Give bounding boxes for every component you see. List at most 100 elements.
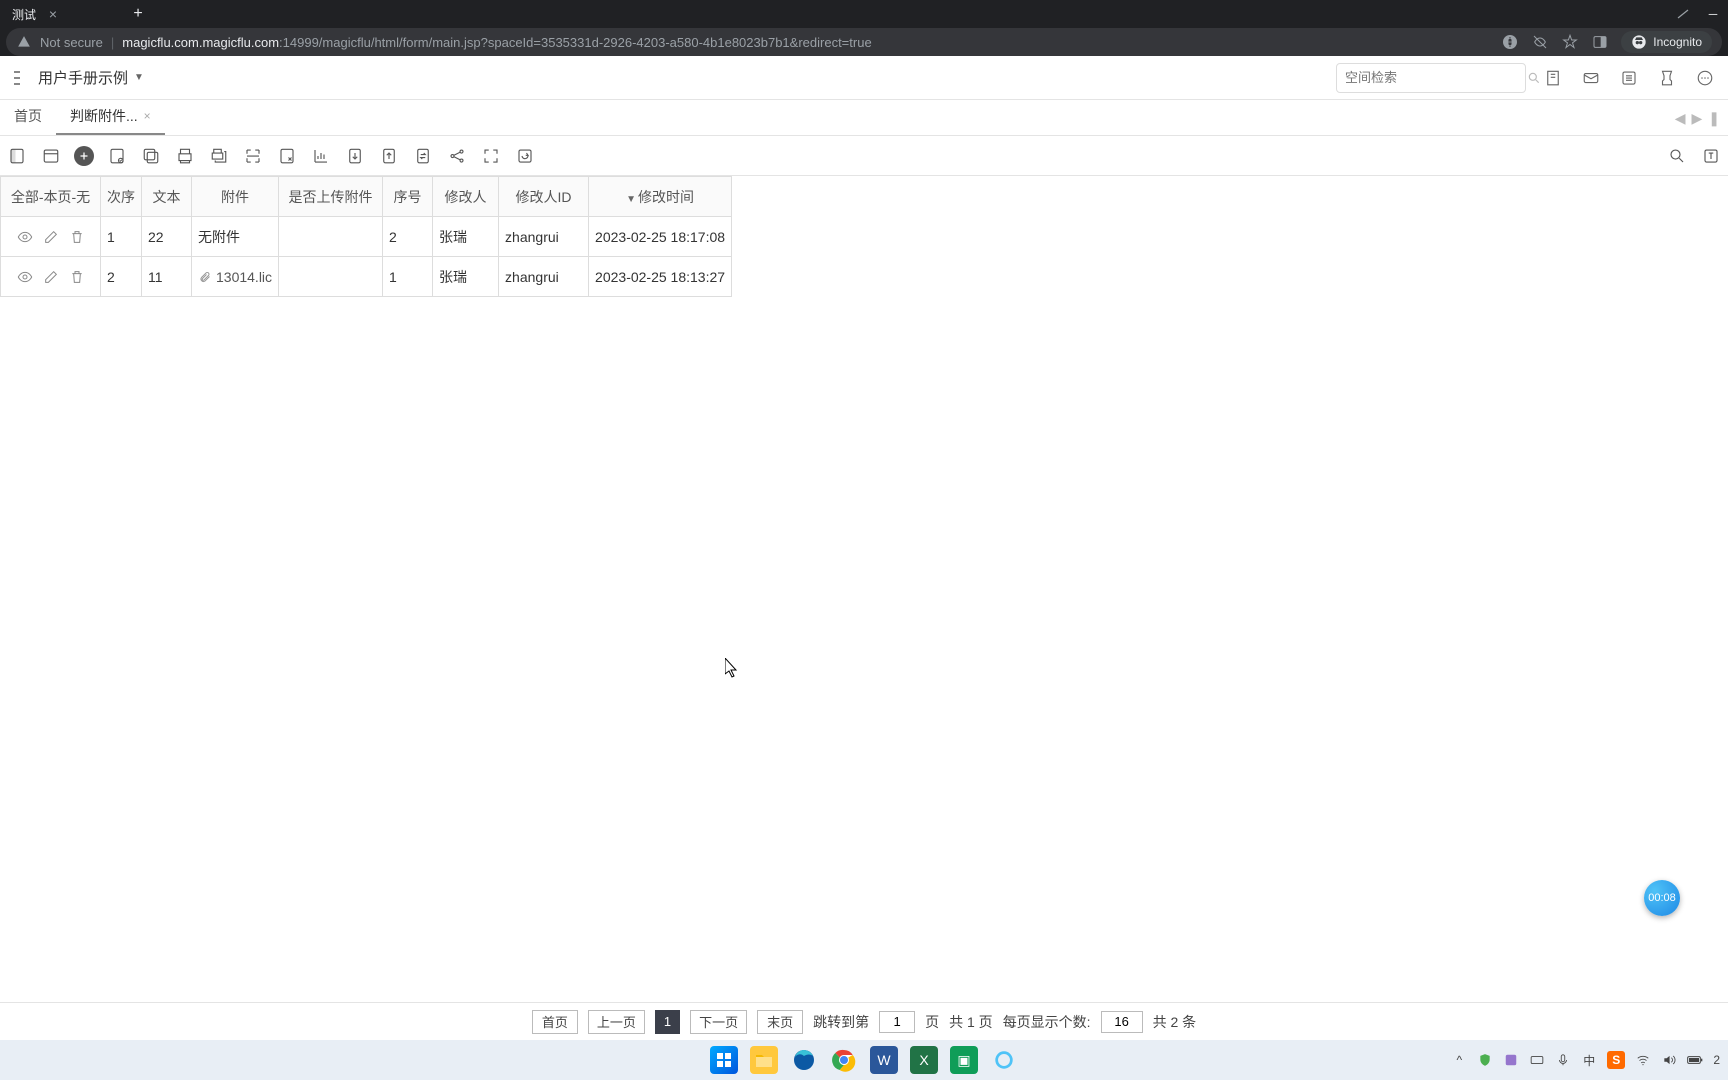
- print-icon[interactable]: [174, 145, 196, 167]
- col-uploaded[interactable]: 是否上传附件: [279, 177, 383, 217]
- tray-keyboard-icon[interactable]: [1529, 1052, 1545, 1068]
- col-mod-time[interactable]: ▼修改时间: [589, 177, 732, 217]
- maximize-button[interactable]: ─: [1698, 0, 1728, 28]
- edit-icon[interactable]: [42, 228, 60, 246]
- excel-icon[interactable]: X: [910, 1046, 938, 1074]
- col-modifier-id[interactable]: 修改人ID: [499, 177, 589, 217]
- cell-attachment[interactable]: 13014.lic: [192, 257, 279, 297]
- close-icon[interactable]: ×: [144, 109, 151, 123]
- minimize-button[interactable]: [1668, 0, 1698, 28]
- col-attachment[interactable]: 附件: [192, 177, 279, 217]
- incognito-label: Incognito: [1653, 35, 1702, 49]
- tray-app-icon[interactable]: [1503, 1052, 1519, 1068]
- note-icon[interactable]: [1542, 67, 1564, 89]
- tab-strip: 测试 × + ─: [0, 0, 1728, 28]
- col-modifier[interactable]: 修改人: [433, 177, 499, 217]
- page-next-button[interactable]: 下一页: [690, 1010, 747, 1034]
- share-icon[interactable]: [446, 145, 468, 167]
- theme-icon[interactable]: [1656, 67, 1678, 89]
- tray-defender-icon[interactable]: [1477, 1052, 1493, 1068]
- space-name-label: 用户手册示例: [38, 67, 128, 88]
- delete-icon[interactable]: [68, 268, 86, 286]
- tab-home-label: 首页: [14, 106, 42, 126]
- data-area: 全部-本页-无 次序 文本 附件 是否上传附件 序号 修改人 修改人ID ▼修改…: [0, 176, 1728, 1002]
- chart-icon[interactable]: [310, 145, 332, 167]
- tool-col-1-icon[interactable]: [6, 145, 28, 167]
- panel-icon[interactable]: [1591, 33, 1609, 51]
- new-tab-button[interactable]: +: [126, 2, 150, 26]
- search-tool-icon[interactable]: [1666, 145, 1688, 167]
- more-icon[interactable]: [1694, 67, 1716, 89]
- word-icon[interactable]: W: [870, 1046, 898, 1074]
- space-search-input[interactable]: [1345, 70, 1521, 85]
- tool-save-icon[interactable]: [106, 145, 128, 167]
- explorer-icon[interactable]: [750, 1046, 778, 1074]
- edit-icon[interactable]: [42, 268, 60, 286]
- cell-seq: 2: [383, 217, 433, 257]
- fullscreen-icon[interactable]: [480, 145, 502, 167]
- app-green-icon[interactable]: ▣: [950, 1046, 978, 1074]
- star-icon[interactable]: [1561, 33, 1579, 51]
- tab-nav-end-icon[interactable]: ❚: [1708, 110, 1720, 127]
- incognito-badge[interactable]: Incognito: [1621, 31, 1712, 53]
- translate-icon[interactable]: [1501, 33, 1519, 51]
- pagination-bar: 首页 上一页 1 下一页 末页 跳转到第 页 共 1 页 每页显示个数: 共 2…: [0, 1002, 1728, 1040]
- col-seq[interactable]: 序号: [383, 177, 433, 217]
- page-current-button[interactable]: 1: [655, 1010, 680, 1034]
- table-row[interactable]: 122无附件2张瑞zhangrui2023-02-25 18:17:08: [1, 217, 732, 257]
- edge-icon[interactable]: [790, 1046, 818, 1074]
- tab-active[interactable]: 判断附件... ×: [56, 99, 165, 135]
- add-button[interactable]: [74, 146, 94, 166]
- address-bar[interactable]: Not secure | magicflu.com.magicflu.com:1…: [6, 28, 1722, 56]
- field-tool-icon[interactable]: [1700, 145, 1722, 167]
- tray-clock[interactable]: 2: [1713, 1052, 1720, 1068]
- tray-mic-icon[interactable]: [1555, 1052, 1571, 1068]
- view-icon[interactable]: [16, 228, 34, 246]
- page-prev-button[interactable]: 上一页: [588, 1010, 645, 1034]
- toolbar: [0, 136, 1728, 176]
- col-order[interactable]: 次序: [101, 177, 142, 217]
- timer-bubble[interactable]: 00:08: [1644, 880, 1680, 916]
- space-search[interactable]: [1336, 63, 1526, 93]
- tray-sogou-icon[interactable]: S: [1607, 1051, 1625, 1069]
- tab-home[interactable]: 首页: [0, 99, 56, 135]
- delete-icon[interactable]: [68, 228, 86, 246]
- refresh-icon[interactable]: [514, 145, 536, 167]
- scan-icon[interactable]: [242, 145, 264, 167]
- browser-tab[interactable]: 测试 ×: [0, 0, 120, 28]
- tray-chevron-icon[interactable]: ^: [1451, 1052, 1467, 1068]
- list-icon[interactable]: [1618, 67, 1640, 89]
- jump-input[interactable]: [879, 1011, 915, 1033]
- tray-wifi-icon[interactable]: [1635, 1052, 1651, 1068]
- tray-battery-icon[interactable]: [1687, 1052, 1703, 1068]
- mail-icon[interactable]: [1580, 67, 1602, 89]
- page-first-button[interactable]: 首页: [532, 1010, 578, 1034]
- import-icon[interactable]: [378, 145, 400, 167]
- export-icon[interactable]: [344, 145, 366, 167]
- col-text[interactable]: 文本: [142, 177, 192, 217]
- space-name-dropdown[interactable]: 用户手册示例 ▼: [38, 67, 144, 88]
- table-row[interactable]: 21113014.lic1张瑞zhangrui2023-02-25 18:13:…: [1, 257, 732, 297]
- tab-nav-right-icon[interactable]: ▶: [1691, 110, 1702, 127]
- app-cloud-icon[interactable]: [990, 1046, 1018, 1074]
- swap-icon[interactable]: [412, 145, 434, 167]
- eye-off-icon[interactable]: [1531, 33, 1549, 51]
- edit-form-icon[interactable]: [276, 145, 298, 167]
- start-icon[interactable]: [710, 1046, 738, 1074]
- col-actions[interactable]: 全部-本页-无: [1, 177, 101, 217]
- menu-handle-icon[interactable]: [12, 64, 22, 92]
- print-multi-icon[interactable]: [208, 145, 230, 167]
- per-page-input[interactable]: [1101, 1011, 1143, 1033]
- search-icon[interactable]: [1527, 71, 1541, 85]
- page-last-button[interactable]: 末页: [757, 1010, 803, 1034]
- tab-nav-left-icon[interactable]: ◀: [1675, 110, 1686, 127]
- browser-tab-title: 测试: [12, 6, 36, 23]
- close-icon[interactable]: ×: [46, 7, 60, 21]
- chrome-icon[interactable]: [830, 1046, 858, 1074]
- view-icon[interactable]: [16, 268, 34, 286]
- tray-ime-zh-icon[interactable]: 中: [1581, 1052, 1597, 1068]
- sort-desc-icon: ▼: [626, 194, 636, 205]
- tray-volume-icon[interactable]: [1661, 1052, 1677, 1068]
- tool-col-2-icon[interactable]: [40, 145, 62, 167]
- tool-save-all-icon[interactable]: [140, 145, 162, 167]
